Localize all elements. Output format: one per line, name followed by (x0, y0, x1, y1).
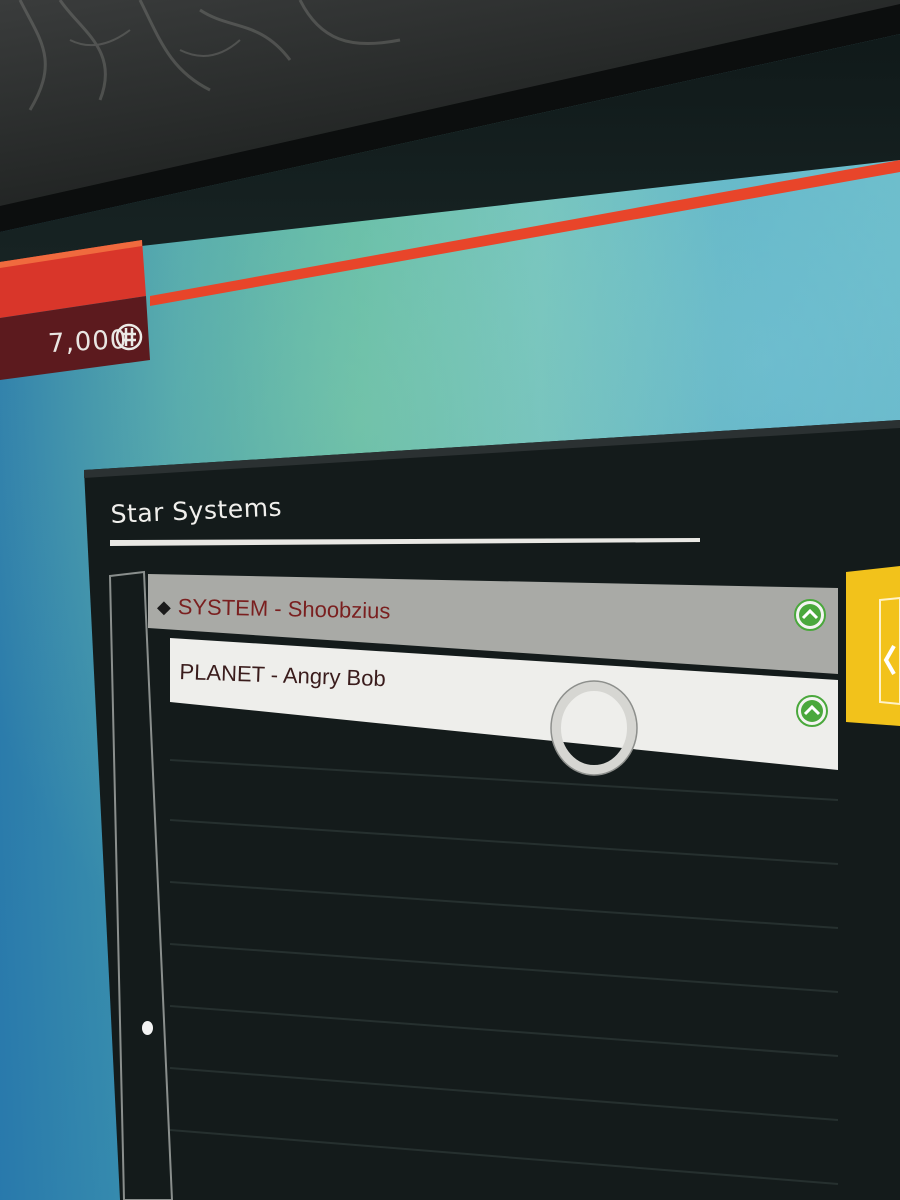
game-screen-photo: 7,000 Star Systems ◆ SYSTEM - Shoobzius … (0, 0, 900, 1200)
star-systems-panel (84, 420, 900, 1200)
side-panel-arrow-icon (883, 645, 896, 675)
list-item-system[interactable]: SYSTEM - Shoobzius (177, 594, 390, 624)
diamond-icon: ◆ (157, 597, 171, 618)
scrollbar-thumb[interactable] (142, 1021, 153, 1035)
chevron-up-icon[interactable] (793, 598, 827, 632)
selection-ring-icon (550, 680, 638, 776)
chevron-up-icon[interactable] (795, 694, 829, 728)
